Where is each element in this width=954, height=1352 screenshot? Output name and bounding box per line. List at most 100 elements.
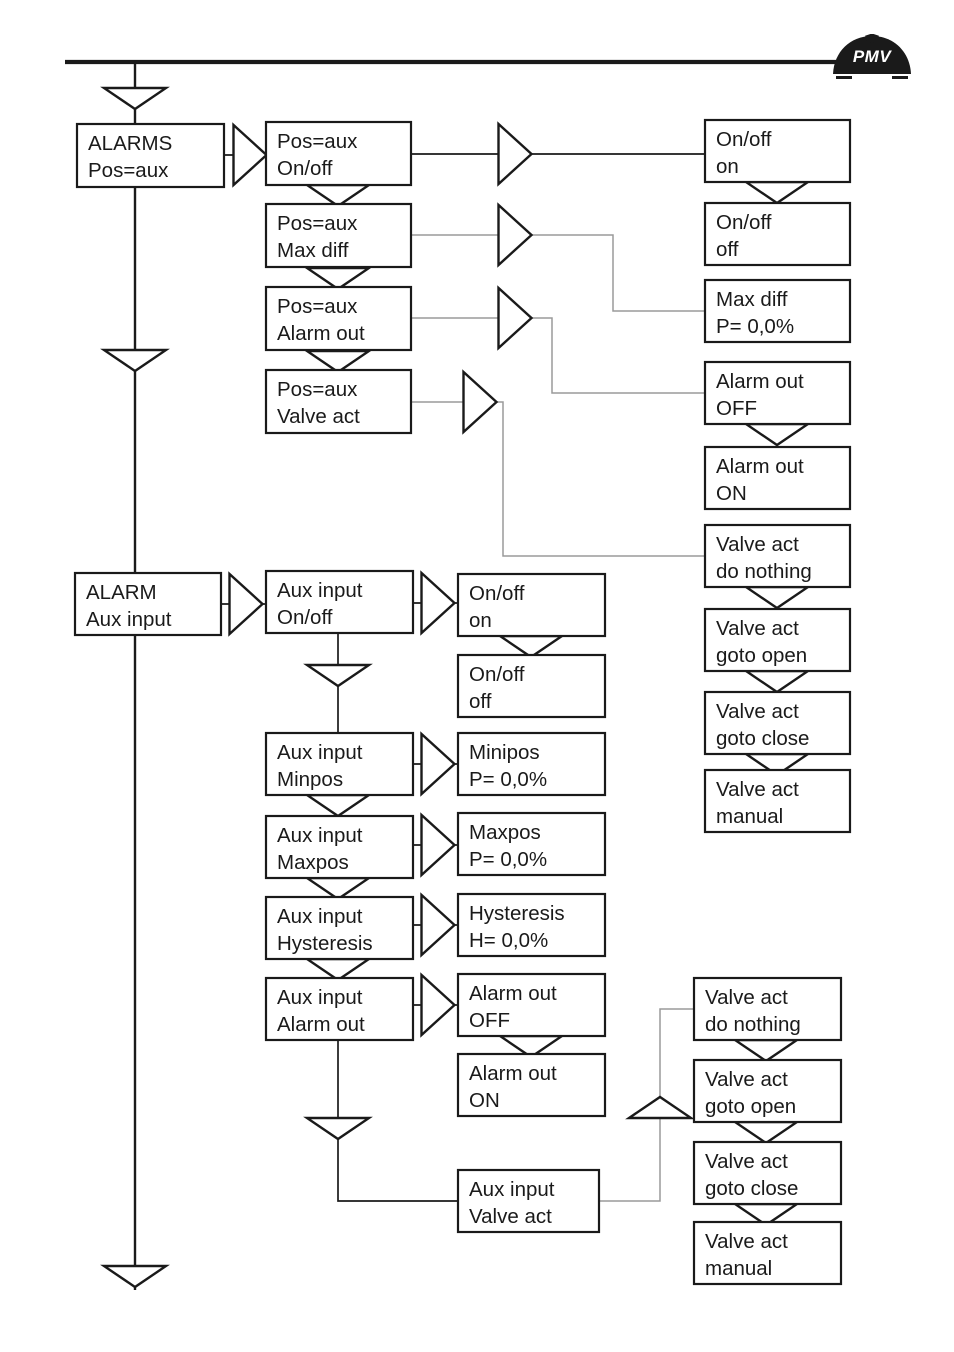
menu-box-hysteresis-value[interactable]: Hysteresis H= 0,0% (456, 892, 607, 958)
arrow-right-aux-maxpos (420, 812, 457, 878)
menu-box-line1: Valve act (716, 533, 799, 556)
menu-box-minipos-value[interactable]: Minipos P= 0,0% (456, 731, 607, 797)
menu-box-onoff-on-2[interactable]: On/off on (456, 572, 607, 638)
menu-box-alarmout-off-2[interactable]: Alarm out OFF (456, 972, 607, 1038)
arrow-aux-maxpos-hyst (303, 876, 373, 901)
menu-box-pos-aux-onoff[interactable]: Pos=aux On/off (264, 120, 413, 187)
menu-box-onoff-off-2[interactable]: On/off off (456, 653, 607, 719)
menu-box-aux-input-alarmout[interactable]: Aux input Alarm out (264, 976, 415, 1042)
menu-box-line1: Aux input (277, 986, 363, 1009)
menu-box-valveact-gotoopen-2[interactable]: Valve act goto open (692, 1058, 843, 1124)
menu-box-line2: ON (469, 1089, 500, 1112)
menu-box-line2: on (716, 155, 739, 178)
menu-box-alarmout-on-1[interactable]: Alarm out ON (703, 445, 852, 511)
menu-box-line1: Alarm out (469, 982, 557, 1005)
menu-box-line2: Maxpos (277, 851, 349, 874)
arrow-valveact-2b (731, 1120, 801, 1145)
menu-box-pos-aux-alarmout[interactable]: Pos=aux Alarm out (264, 285, 413, 352)
spine-arrow-mid (100, 348, 170, 373)
menu-box-line1: Valve act (705, 1230, 788, 1253)
menu-box-onoff-off-1[interactable]: On/off off (703, 201, 852, 267)
diagram-page: ALARMS Pos=aux Pos=aux On/off Pos=aux Max dif… (0, 0, 954, 1352)
arrow-aux-minpos-maxpos (303, 793, 373, 818)
menu-box-alarm-aux-input[interactable]: ALARM Aux input (73, 571, 223, 637)
menu-box-line1: Valve act (716, 778, 799, 801)
menu-box-pos-aux-maxdiff[interactable]: Pos=aux Max diff (264, 202, 413, 269)
menu-box-line2: Alarm out (277, 322, 365, 345)
menu-box-aux-input-minpos[interactable]: Aux input Minpos (264, 731, 415, 797)
arrow-posaux-onoff-maxdiff (303, 183, 373, 208)
arrow-posaux-maxdiff-alarmout (303, 266, 373, 291)
menu-box-line1: Max diff (716, 288, 788, 311)
menu-box-valveact-gotoclose-1[interactable]: Valve act goto close (703, 690, 852, 756)
arrow-up-valveact-branch (625, 1095, 695, 1120)
pmv-logo-text: PMV (853, 47, 893, 66)
menu-box-aux-input-hysteresis[interactable]: Aux input Hysteresis (264, 895, 415, 961)
menu-box-line1: On/off (716, 128, 772, 151)
menu-box-line2: on (469, 609, 492, 632)
menu-box-alarms-pos-aux[interactable]: ALARMS Pos=aux (75, 122, 226, 189)
menu-box-valveact-manual-1[interactable]: Valve act manual (703, 768, 852, 834)
menu-box-line2: P= 0,0% (716, 315, 794, 338)
menu-box-aux-input-valveact[interactable]: Aux input Valve act (456, 1168, 601, 1234)
menu-box-line2: Minpos (277, 768, 343, 791)
arrow-valveact-1b (742, 669, 812, 694)
menu-box-line1: Valve act (716, 617, 799, 640)
menu-box-line2: Pos=aux (88, 159, 169, 182)
menu-box-line1: Pos=aux (277, 212, 358, 235)
menu-box-valveact-gotoopen-1[interactable]: Valve act goto open (703, 607, 852, 673)
menu-box-line1: Aux input (277, 905, 363, 928)
arrow-valveact-2a (731, 1038, 801, 1063)
menu-box-line1: Pos=aux (277, 130, 358, 153)
menu-box-line1: Aux input (469, 1178, 555, 1201)
arrow-right-posaux-valveact (462, 369, 499, 435)
menu-box-line1: Hysteresis (469, 902, 565, 925)
menu-box-valveact-manual-2[interactable]: Valve act manual (692, 1220, 843, 1286)
menu-box-line2: On/off (277, 606, 333, 629)
menu-box-alarmout-off-1[interactable]: Alarm out OFF (703, 360, 852, 426)
spine-arrow-top (100, 86, 170, 111)
menu-box-line1: Alarm out (469, 1062, 557, 1085)
menu-box-onoff-on-1[interactable]: On/off on (703, 118, 852, 184)
up-arrow-markers (625, 1095, 695, 1120)
arrow-right-aux-hyst (420, 892, 457, 958)
menu-box-line1: On/off (469, 663, 525, 686)
menu-box-maxpos-value[interactable]: Maxpos P= 0,0% (456, 811, 607, 877)
menu-box-line2: off (716, 238, 739, 261)
menu-box-alarmout-on-2[interactable]: Alarm out ON (456, 1052, 607, 1118)
menu-box-line2: H= 0,0% (469, 929, 548, 952)
menu-box-pos-aux-valveact[interactable]: Pos=aux Valve act (264, 368, 413, 435)
menu-box-line2: manual (716, 805, 783, 828)
menu-box-line2: P= 0,0% (469, 848, 547, 871)
arrow-aux-hyst-alarmout (303, 957, 373, 982)
menu-box-line1: ALARMS (88, 132, 172, 155)
menu-box-aux-input-onoff[interactable]: Aux input On/off (264, 569, 415, 635)
menu-box-valveact-gotoclose-2[interactable]: Valve act goto close (692, 1140, 843, 1206)
menu-box-line2: do nothing (705, 1013, 801, 1036)
menu-box-line2: OFF (716, 397, 757, 420)
arrow-right-posaux-maxdiff (497, 202, 534, 268)
menu-box-line2: Alarm out (277, 1013, 365, 1036)
pmv-logo-icon: PMV (833, 33, 911, 79)
menu-box-valveact-donothing-2[interactable]: Valve act do nothing (692, 976, 843, 1042)
menu-box-line2: On/off (277, 157, 333, 180)
menu-box-line2: ON (716, 482, 747, 505)
menu-box-line1: ALARM (86, 581, 157, 604)
menu-box-line2: do nothing (716, 560, 812, 583)
spine-arrow-bottom (100, 1264, 170, 1289)
menu-box-aux-input-maxpos[interactable]: Aux input Maxpos (264, 814, 415, 880)
arrow-right-aux-alarmout (420, 972, 457, 1038)
menu-box-line1: Valve act (705, 1150, 788, 1173)
menu-box-line2: goto close (716, 727, 809, 750)
menu-box-line2: Max diff (277, 239, 349, 262)
arrow-aux-onoff-to-minpos (303, 663, 373, 688)
menu-box-valveact-donothing-1[interactable]: Valve act do nothing (703, 523, 852, 589)
menu-box-line1: Alarm out (716, 455, 804, 478)
arrow-right-alarms-posaux (232, 122, 269, 188)
arrow-right-posaux-alarmout (497, 285, 534, 351)
menu-box-line2: Valve act (277, 405, 360, 428)
arrow-posaux-alarmout-valveact (303, 349, 373, 374)
arrow-onoff-on-off-1 (742, 180, 812, 205)
arrow-right-aux-onoff (420, 570, 457, 636)
menu-box-maxdiff-value[interactable]: Max diff P= 0,0% (703, 278, 852, 344)
